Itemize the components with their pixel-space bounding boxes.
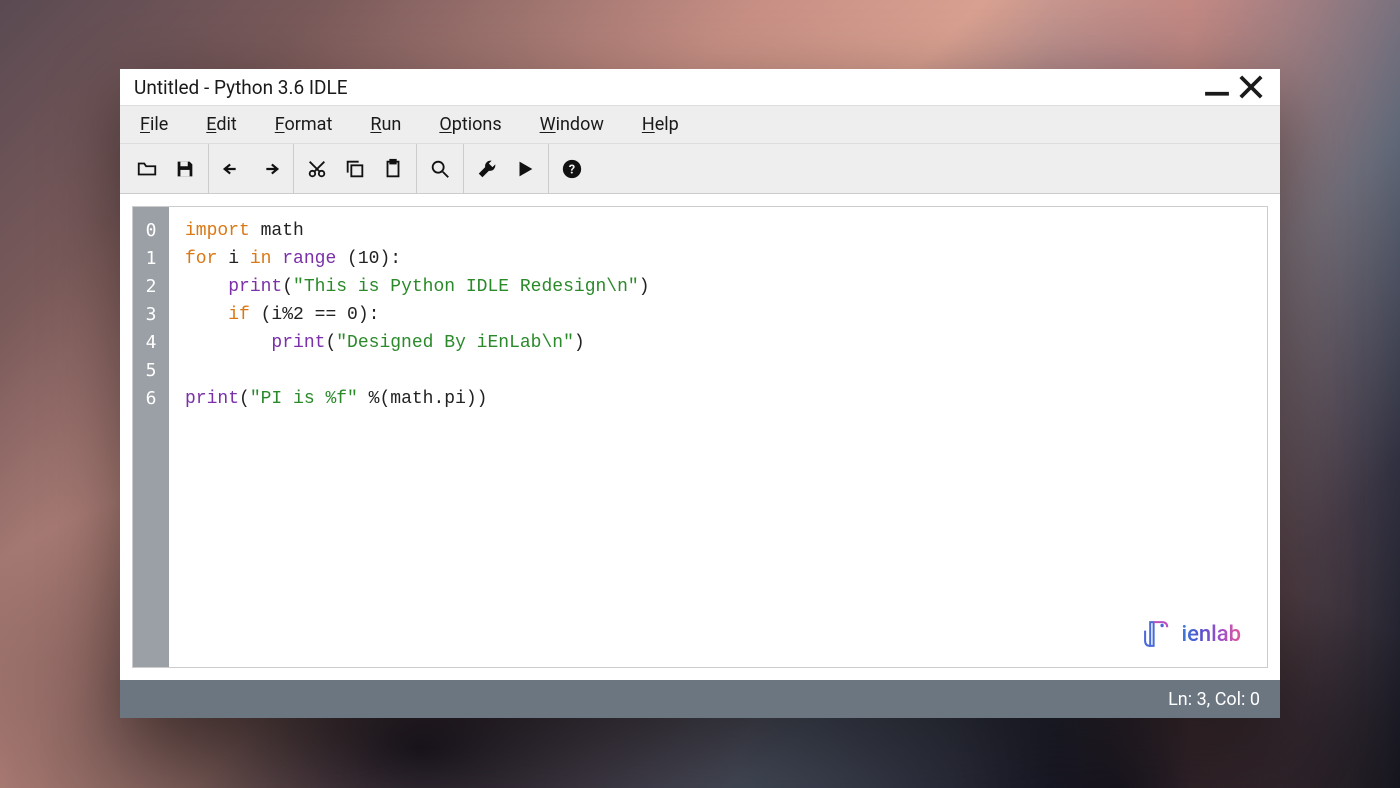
logo-text: ienlab	[1182, 622, 1241, 647]
menu-edit[interactable]: Edit	[192, 108, 251, 141]
undo-button[interactable]	[213, 147, 251, 191]
open-button[interactable]	[128, 147, 166, 191]
line-number-gutter: 0 1 2 3 4 5 6	[133, 207, 169, 667]
status-bar: Ln: 3, Col: 0	[120, 680, 1280, 718]
menu-format[interactable]: Format	[261, 108, 347, 141]
menu-bar: File Edit Format Run Options Window Help	[120, 105, 1280, 144]
logo-icon	[1140, 617, 1174, 651]
settings-button[interactable]	[468, 147, 506, 191]
menu-help[interactable]: Help	[628, 108, 693, 141]
title-bar[interactable]: Untitled - Python 3.6 IDLE	[120, 69, 1280, 105]
editor-container: 0 1 2 3 4 5 6 import math for i in range…	[120, 194, 1280, 680]
brand-logo: ienlab	[1140, 617, 1241, 651]
redo-button[interactable]	[251, 147, 289, 191]
run-button[interactable]	[506, 147, 544, 191]
menu-window[interactable]: Window	[526, 108, 618, 141]
code-editor[interactable]: 0 1 2 3 4 5 6 import math for i in range…	[132, 206, 1268, 668]
cut-button[interactable]	[298, 147, 336, 191]
save-button[interactable]	[166, 147, 204, 191]
paste-button[interactable]	[374, 147, 412, 191]
menu-file[interactable]: File	[126, 108, 182, 141]
cursor-position: Ln: 3, Col: 0	[1168, 689, 1260, 710]
svg-text:?: ?	[569, 162, 575, 177]
code-area[interactable]: import math for i in range (10): print("…	[169, 207, 1267, 667]
tool-bar: ?	[120, 144, 1280, 194]
idle-window: Untitled - Python 3.6 IDLE File Edit For…	[120, 69, 1280, 718]
minimize-button[interactable]	[1200, 69, 1234, 105]
search-button[interactable]	[421, 147, 459, 191]
close-button[interactable]	[1234, 69, 1268, 105]
copy-button[interactable]	[336, 147, 374, 191]
window-title: Untitled - Python 3.6 IDLE	[134, 76, 1200, 99]
menu-run[interactable]: Run	[356, 108, 415, 141]
help-button[interactable]: ?	[553, 147, 591, 191]
menu-options[interactable]: Options	[425, 108, 515, 141]
